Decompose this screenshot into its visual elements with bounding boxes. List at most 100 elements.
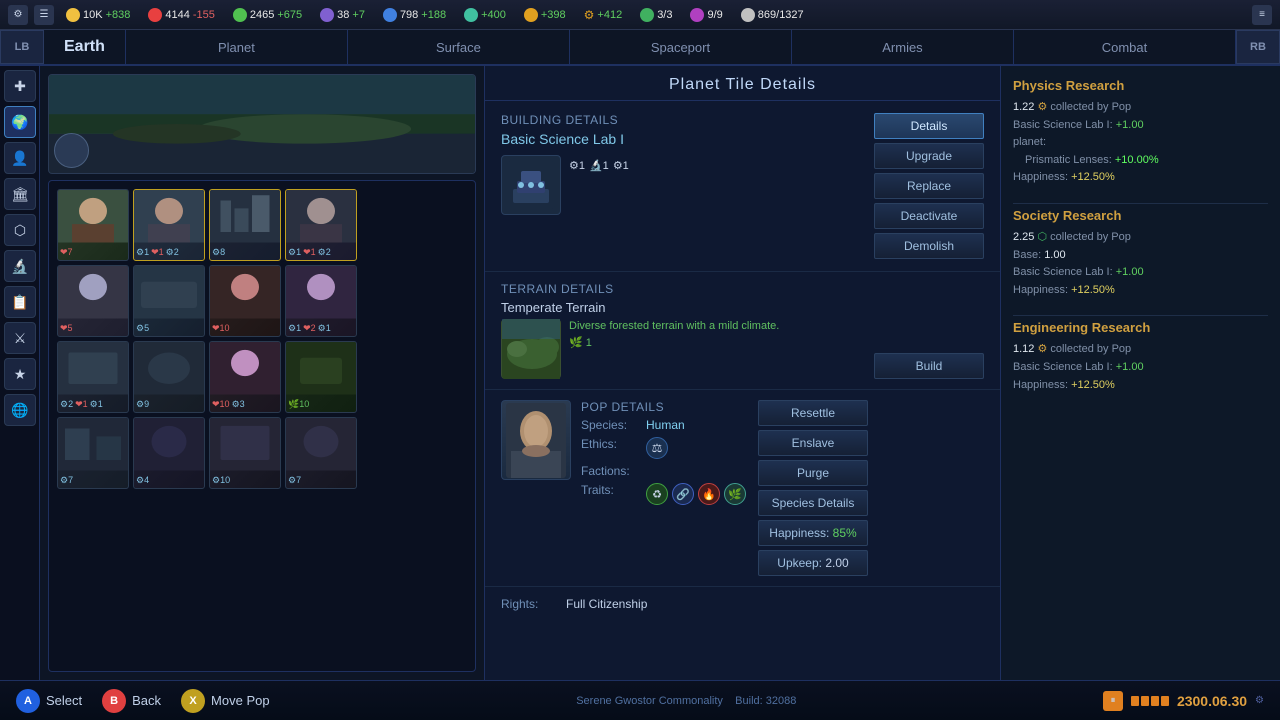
tile-3-3[interactable]: ❤10 ⚙3 <box>209 341 281 413</box>
landscape-svg <box>49 75 475 173</box>
tile-4-2[interactable]: ⚙4 <box>133 417 205 489</box>
terrain-badge: 🌿 1 <box>569 336 779 349</box>
tab-planet[interactable]: Planet <box>126 30 348 64</box>
trade-icon <box>464 8 478 22</box>
pop-portrait <box>501 400 571 480</box>
enslave-button[interactable]: Enslave <box>758 430 868 456</box>
resettle-button[interactable]: Resettle <box>758 400 868 426</box>
happiness-button[interactable]: Happiness: 85% <box>758 520 868 546</box>
tile-2-3-icons: ❤10 <box>212 323 278 334</box>
map-icon[interactable]: ☰ <box>34 5 54 25</box>
top-bar-right-icons: ≡ <box>1252 5 1272 25</box>
tile-4-1[interactable]: ⚙7 <box>57 417 129 489</box>
speed-dot-4 <box>1161 696 1169 706</box>
sidebar-policy-icon[interactable]: 📋 <box>4 286 36 318</box>
navy-icon <box>741 8 755 22</box>
tile-2-3[interactable]: ❤10 <box>209 265 281 337</box>
tile-2-2[interactable]: ⚙5 <box>133 265 205 337</box>
settings-icon[interactable]: ≡ <box>1252 5 1272 25</box>
rights-row: Rights: Full Citizenship <box>501 597 984 611</box>
energy-resource: 10K +838 <box>60 6 136 24</box>
speed-dot-1 <box>1131 696 1139 706</box>
tabs-bar: LB Earth Planet Surface Spaceport Armies… <box>0 30 1280 66</box>
main-area: ❤7 ⚙1 ❤1 ⚙2 <box>40 66 1280 680</box>
replace-button[interactable]: Replace <box>874 173 984 199</box>
menu-icon[interactable]: ⚙ <box>8 5 28 25</box>
tile-3-4[interactable]: 🌿10 <box>285 341 357 413</box>
back-control[interactable]: B Back <box>102 689 161 713</box>
sidebar-faction-icon[interactable]: 🌐 <box>4 394 36 426</box>
bottom-right-icon: ⚙ <box>1255 695 1264 706</box>
tile-2-1-icons: ❤5 <box>60 323 126 334</box>
demolish-button[interactable]: Demolish <box>874 233 984 259</box>
sidebar-planet-icon[interactable]: 🌍 <box>4 106 36 138</box>
details-button[interactable]: Details <box>874 113 984 139</box>
top-bar: ⚙ ☰ 10K +838 4144 -155 2465 +675 38 +7 7… <box>0 0 1280 30</box>
tile-r4c3 <box>210 418 280 471</box>
tile-r2c4 <box>286 266 356 319</box>
sidebar-science-icon[interactable]: 🔬 <box>4 250 36 282</box>
speed-indicator <box>1131 696 1169 706</box>
tile-4-4-icons: ⚙7 <box>288 475 354 486</box>
trait-icons-group: ♻ 🔗 🔥 🌿 <box>646 483 746 505</box>
build-button[interactable]: Build <box>874 353 984 379</box>
tile-r4c2 <box>134 418 204 471</box>
tile-3-2-icons: ⚙9 <box>136 399 202 410</box>
tab-rb[interactable]: RB <box>1236 30 1280 64</box>
tile-1-4[interactable]: ⚙1 ❤1 ⚙2 <box>285 189 357 261</box>
tile-2-1[interactable]: ❤5 <box>57 265 129 337</box>
purge-button[interactable]: Purge <box>758 460 868 486</box>
tab-armies[interactable]: Armies <box>792 30 1014 64</box>
rights-label: Rights: <box>501 597 566 611</box>
tab-spaceport[interactable]: Spaceport <box>570 30 792 64</box>
upkeep-button[interactable]: Upkeep: 2.00 <box>758 550 868 576</box>
upgrade-button[interactable]: Upgrade <box>874 143 984 169</box>
tile-2-4[interactable]: ⚙1 ❤2 ⚙1 <box>285 265 357 337</box>
move-pop-control[interactable]: X Move Pop <box>181 689 270 713</box>
engineering-happiness-line: Happiness: +12.50% <box>1013 377 1268 395</box>
trait-icon-1: ♻ <box>646 483 668 505</box>
tiles-row-2: ❤5 ⚙5 <box>57 265 467 337</box>
tile-4-3[interactable]: ⚙10 <box>209 417 281 489</box>
tile-r2c2 <box>134 266 204 319</box>
rights-value: Full Citizenship <box>566 597 647 611</box>
terrain-section-title: Terrain Details <box>501 282 862 296</box>
physics-lenses-line: Prismatic Lenses: +10.00% <box>1013 152 1268 170</box>
b-button-icon: B <box>102 689 126 713</box>
tile-1-2[interactable]: ⚙1 ❤1 ⚙2 <box>133 189 205 261</box>
tiles-row-3: ⚙2 ❤1 ⚙1 ⚙9 <box>57 341 467 413</box>
tile-4-1-icons: ⚙7 <box>60 475 126 486</box>
tile-1-4-icons: ⚙1 ❤1 ⚙2 <box>288 247 354 258</box>
tile-4-2-icons: ⚙4 <box>136 475 202 486</box>
deactivate-button[interactable]: Deactivate <box>874 203 984 229</box>
consumer-resource: 38 +7 <box>314 6 371 24</box>
sidebar-pop-icon[interactable]: 👤 <box>4 142 36 174</box>
tile-3-2[interactable]: ⚙9 <box>133 341 205 413</box>
tile-1-1[interactable]: ❤7 <box>57 189 129 261</box>
sidebar-network-icon[interactable]: ⬡ <box>4 214 36 246</box>
tab-combat[interactable]: Combat <box>1014 30 1236 64</box>
tab-lb[interactable]: LB <box>0 30 44 64</box>
tile-4-4[interactable]: ⚙7 <box>285 417 357 489</box>
sidebar-star-icon[interactable]: ★ <box>4 358 36 390</box>
sidebar-military-icon[interactable]: ⚔ <box>4 322 36 354</box>
pop-ethics-row: Ethics: ⚖ <box>581 437 746 459</box>
building-info: Building Details Basic Science Lab I <box>501 113 862 259</box>
species-details-button[interactable]: Species Details <box>758 490 868 516</box>
tile-3-1[interactable]: ⚙2 ❤1 ⚙1 <box>57 341 129 413</box>
society-research-title: Society Research <box>1013 208 1268 223</box>
tile-1-3[interactable]: ⚙8 <box>209 189 281 261</box>
tile-2-2-icons: ⚙5 <box>136 323 202 334</box>
energy-icon <box>66 8 80 22</box>
species-value: Human <box>646 418 685 432</box>
factions-label: Factions: <box>581 464 646 478</box>
tiles-grid: ❤7 ⚙1 ❤1 ⚙2 <box>48 180 476 672</box>
unity-resource: +398 <box>518 6 572 24</box>
sidebar-building-icon[interactable]: 🏛 <box>4 178 36 210</box>
planet-portrait <box>54 133 89 168</box>
bottom-right-controls: ⏸ 2300.06.30 ⚙ <box>1103 691 1264 711</box>
select-control[interactable]: A Select <box>16 689 82 713</box>
tab-surface[interactable]: Surface <box>348 30 570 64</box>
sidebar-add-icon[interactable]: ✚ <box>4 70 36 102</box>
pause-icon[interactable]: ⏸ <box>1103 691 1123 711</box>
